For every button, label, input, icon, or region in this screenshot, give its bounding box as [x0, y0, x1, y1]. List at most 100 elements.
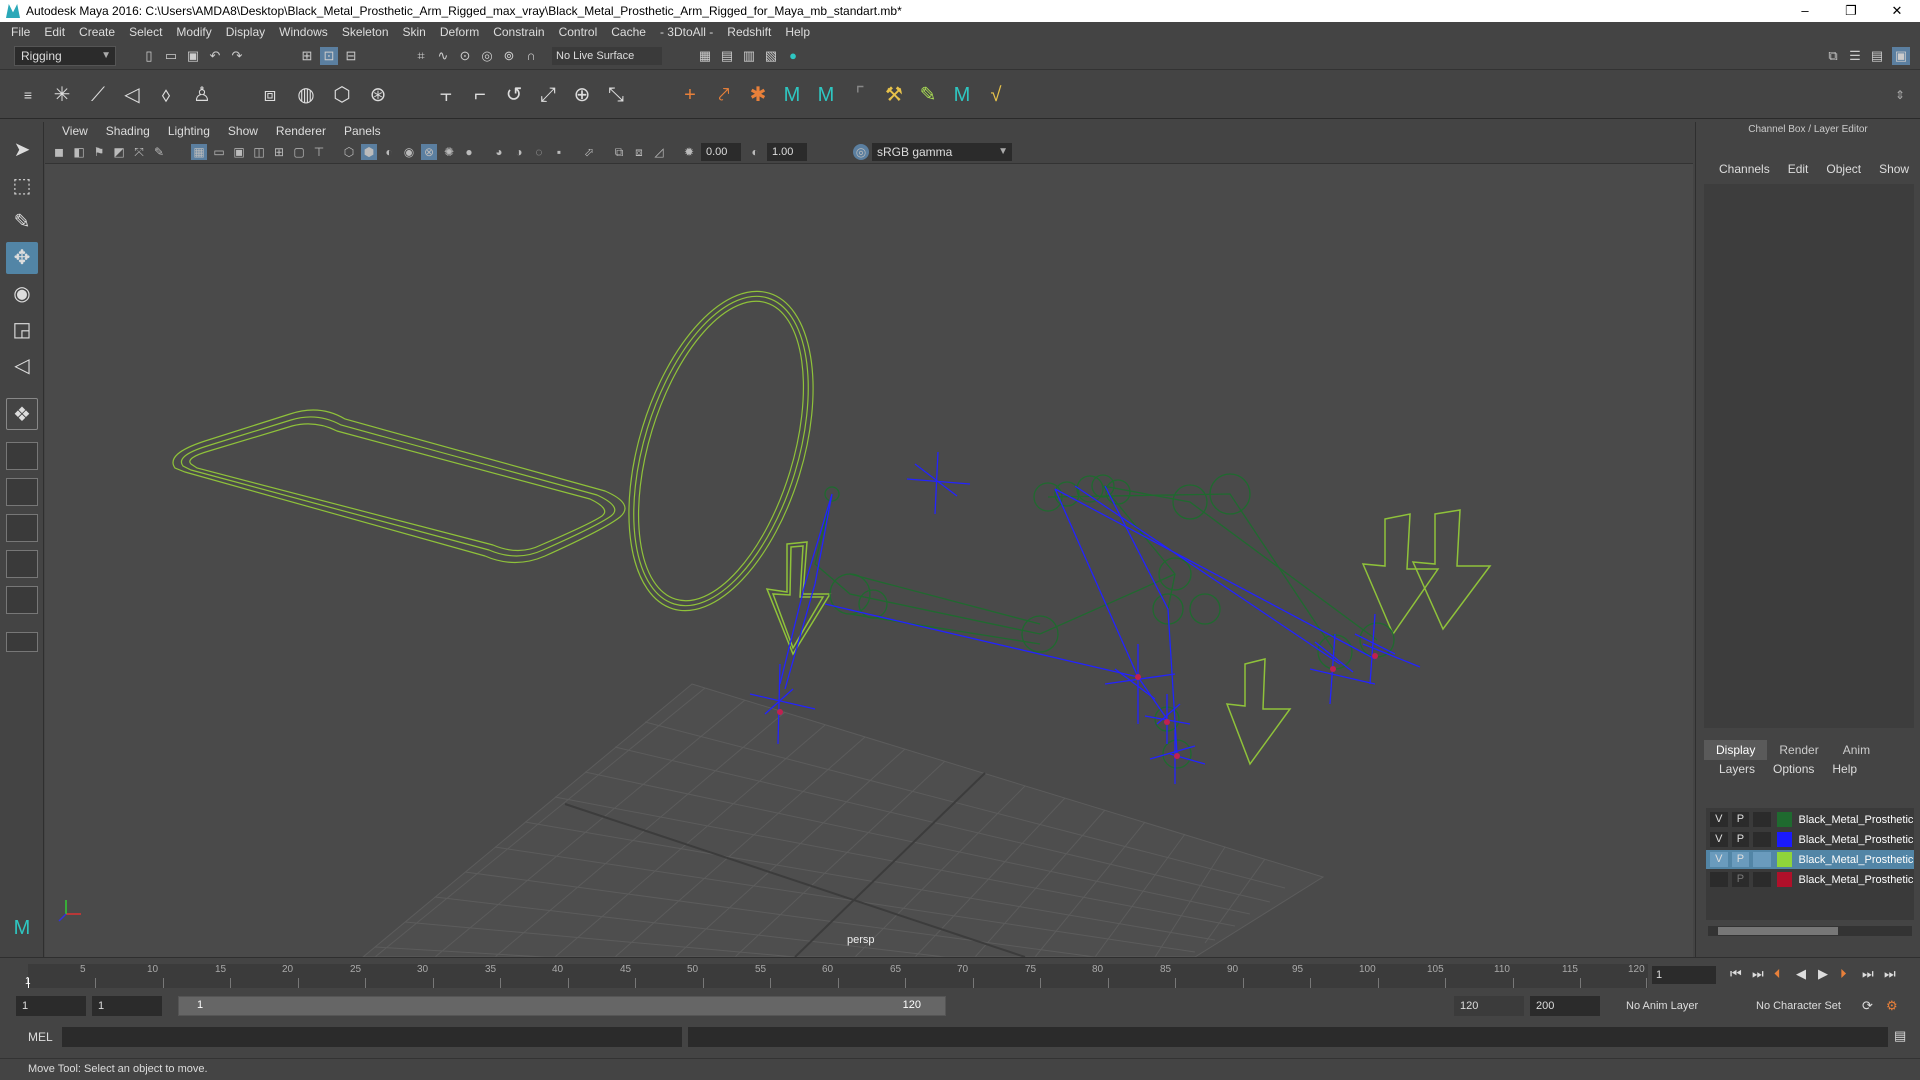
shelf-scroll-icon[interactable]: ⇕ [1886, 81, 1914, 109]
layer-row[interactable]: V P Black_Metal_Prosthetic [1706, 810, 1914, 829]
command-input[interactable] [62, 1027, 682, 1047]
color-management-icon[interactable]: ◎ [853, 144, 869, 160]
aim-constraint-icon[interactable]: ⊕ [568, 81, 596, 109]
close-button[interactable]: ✕ [1874, 0, 1920, 22]
layer-row-selected[interactable]: V P Black_Metal_Prosthetic [1706, 850, 1914, 869]
menu-cache[interactable]: Cache [604, 25, 653, 39]
cb-menu-show[interactable]: Show [1870, 162, 1918, 182]
smooth-bind-icon[interactable]: ◍ [292, 81, 320, 109]
menu-edit[interactable]: Edit [37, 25, 72, 39]
field-chart-icon[interactable]: ⊞ [271, 144, 287, 160]
menu-create[interactable]: Create [72, 25, 122, 39]
depth-of-field-icon[interactable]: ▪ [551, 144, 567, 160]
step-forward-key-icon[interactable]: ⏭ [1862, 966, 1874, 982]
view-transform-dropdown[interactable]: sRGB gamma ▼ [872, 143, 1012, 161]
gamma-icon[interactable]: ◐ [747, 144, 763, 160]
auto-key-icon[interactable]: ⟳ [1862, 998, 1873, 1014]
render-current-icon[interactable]: ▤ [718, 47, 736, 65]
anim-prefs-icon[interactable]: ⚙ [1886, 998, 1898, 1014]
image-plane-icon[interactable]: ◩ [111, 144, 127, 160]
layout-more-icon[interactable] [6, 632, 38, 652]
vp-menu-lighting[interactable]: Lighting [159, 124, 219, 138]
range-slider-bar[interactable]: 1 120 [178, 996, 946, 1016]
xray-joints-icon[interactable]: ⧉ [611, 144, 627, 160]
ik-fk-icon[interactable]: ✱ [744, 81, 772, 109]
step-forward-frame-icon[interactable]: ⏵ [1840, 966, 1847, 982]
vp-menu-renderer[interactable]: Renderer [267, 124, 335, 138]
modeling-toolkit-icon[interactable]: ⧉ [1824, 47, 1842, 65]
step-back-frame-icon[interactable]: ⏴ [1774, 966, 1781, 982]
new-scene-icon[interactable]: ▯ [140, 47, 158, 65]
vp-menu-shading[interactable]: Shading [97, 124, 159, 138]
scale-tool-icon[interactable]: ◲ [6, 314, 38, 346]
layer-color-swatch[interactable] [1776, 872, 1793, 887]
lights-icon[interactable]: ✺ [441, 144, 457, 160]
ik-spline-icon[interactable]: ⬨ [152, 81, 180, 109]
soft-select-icon[interactable]: ❖ [6, 398, 38, 430]
tab-render[interactable]: Render [1767, 740, 1830, 760]
hypershade-icon[interactable]: ● [784, 47, 802, 65]
minimize-button[interactable]: – [1782, 0, 1828, 22]
mirror-weights-icon[interactable]: √ [982, 81, 1010, 109]
lattice-icon[interactable]: ⬡ [328, 81, 356, 109]
current-frame-field[interactable]: 1 [1652, 966, 1716, 984]
menu-modify[interactable]: Modify [169, 25, 218, 39]
point-constraint-icon[interactable]: ⌐ [466, 81, 494, 109]
film-gate-icon[interactable]: ▭ [211, 144, 227, 160]
tab-anim[interactable]: Anim [1831, 740, 1882, 760]
locator-icon[interactable]: + [676, 81, 704, 109]
menu-constrain[interactable]: Constrain [486, 25, 551, 39]
current-time-marker[interactable] [28, 978, 29, 988]
camera-attr-icon[interactable]: ◧ [71, 144, 87, 160]
go-to-end-icon[interactable]: ⏭ [1884, 966, 1896, 982]
layer-row[interactable]: P Black_Metal_Prosthetic [1706, 870, 1914, 889]
humanik-icon[interactable]: ♙ [188, 81, 216, 109]
play-forward-icon[interactable]: ▶ [1818, 966, 1828, 982]
select-component-icon[interactable]: ⊟ [342, 47, 360, 65]
grease-pencil-icon[interactable]: ✎ [151, 144, 167, 160]
menu-skeleton[interactable]: Skeleton [335, 25, 396, 39]
cb-menu-edit[interactable]: Edit [1779, 162, 1818, 182]
ipr-render-icon[interactable]: ▥ [740, 47, 758, 65]
tab-display[interactable]: Display [1704, 740, 1768, 760]
smooth-shade-icon[interactable]: ⬢ [361, 144, 377, 160]
vp-menu-panels[interactable]: Panels [335, 124, 390, 138]
move-tool-icon[interactable]: ✥ [6, 242, 38, 274]
textured-icon[interactable]: ◉ [401, 144, 417, 160]
wireframe-on-shaded-icon[interactable]: ◐ [381, 144, 397, 160]
ambient-occlusion-icon[interactable]: ◕ [491, 144, 507, 160]
snap-view-icon[interactable]: ◎ [478, 47, 496, 65]
anti-alias-icon[interactable]: ◌ [531, 144, 547, 160]
layout-outliner-icon[interactable] [6, 586, 38, 614]
animation-end-field[interactable]: 200 [1530, 996, 1600, 1016]
layer-color-swatch[interactable] [1776, 812, 1793, 827]
layer-type-toggle[interactable] [1753, 852, 1771, 867]
menu-skin[interactable]: Skin [396, 25, 433, 39]
layout-side-icon[interactable] [6, 514, 38, 542]
snap-grid-icon[interactable]: ⌗ [412, 47, 430, 65]
insert-joint-icon[interactable]: ⟋ [84, 81, 112, 109]
resolution-gate-icon[interactable]: ▣ [231, 144, 247, 160]
menu-file[interactable]: File [4, 25, 37, 39]
render-settings-icon[interactable]: ▧ [762, 47, 780, 65]
layer-visibility-toggle[interactable]: V [1710, 832, 1728, 847]
orient-constraint-icon[interactable]: ↺ [500, 81, 528, 109]
bind-skin-icon[interactable]: ⧈ [256, 81, 284, 109]
xray-active-icon[interactable]: ⧈ [631, 144, 647, 160]
le-menu-help[interactable]: Help [1823, 762, 1866, 776]
menu-help[interactable]: Help [778, 25, 817, 39]
layer-color-swatch[interactable] [1776, 832, 1793, 847]
exposure-field[interactable]: 0.00 [701, 143, 741, 161]
layer-color-swatch[interactable] [1776, 852, 1793, 867]
gate-mask-icon[interactable]: ◫ [251, 144, 267, 160]
last-tool-icon[interactable]: ◁ [6, 350, 38, 382]
layers-horizontal-scrollbar[interactable] [1708, 926, 1912, 936]
tool-settings-icon[interactable]: ▤ [1868, 47, 1886, 65]
menu-control[interactable]: Control [552, 25, 605, 39]
exposure-icon[interactable]: ✹ [681, 144, 697, 160]
playback-start-field[interactable]: 1 [92, 996, 162, 1016]
layer-playback-toggle[interactable]: P [1731, 832, 1750, 847]
layer-type-toggle[interactable] [1753, 812, 1771, 827]
paint-weights-icon[interactable]: ⚒ [880, 81, 908, 109]
open-scene-icon[interactable]: ▭ [162, 47, 180, 65]
